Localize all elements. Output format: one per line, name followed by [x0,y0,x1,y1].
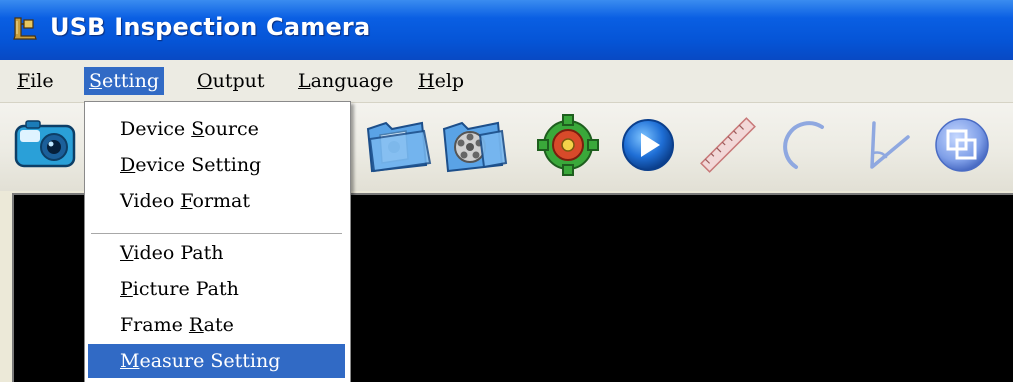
menu-language-mnemonic: L [298,70,311,92]
menu-item-device-setting[interactable]: Device Setting [88,148,345,182]
ruler-icon [700,117,756,173]
menu-item-measure-setting-mnemonic: M [120,350,140,372]
menu-item-video-format-after: ormat [192,190,251,212]
video-folder-icon [442,121,508,173]
menu-item-device-source-mnemonic: S [191,118,205,140]
menu-item-video-path-after: ideo Path [133,242,224,264]
video-folder-button[interactable] [436,109,512,179]
picture-folder-icon [366,121,432,173]
menu-setting[interactable]: Setting [84,67,165,95]
menu-item-frame-rate-before: Frame [120,314,189,336]
setting-menu-dropdown: Device Source Device Setting Video Forma… [84,101,351,382]
menu-language[interactable]: Language [293,67,398,95]
menu-item-frame-rate-after: ate [203,314,234,336]
menu-bar: File Setting Output Language Help [0,60,1013,103]
menu-output-mnemonic: O [197,70,213,92]
menu-help-label-after: elp [434,70,465,92]
menu-file-label-after: ile [30,70,54,92]
menu-item-measure-setting-after: easure Setting [139,350,281,372]
menu-item-video-path-before [88,242,120,264]
angle-measure-button[interactable] [846,109,922,179]
play-button[interactable] [610,109,686,179]
menu-item-video-path-mnemonic: V [120,242,134,264]
app-camera-icon [13,17,37,40]
menu-item-measure-setting-before [88,350,120,372]
arc-measure-button[interactable] [770,109,846,179]
overlay-button[interactable] [924,109,1000,179]
settings-button[interactable] [530,109,606,179]
ruler-button[interactable] [690,109,766,179]
menu-item-measure-setting[interactable]: Measure Setting [88,344,345,378]
title-bar[interactable]: USB Inspection Camera [0,0,1013,60]
menu-item-video-format-mnemonic: F [180,190,193,212]
overlay-squares-icon [935,118,989,172]
app-window: USB Inspection Camera File Setting Outpu… [0,0,1013,382]
menu-item-device-setting-mnemonic: D [120,154,136,176]
menu-help[interactable]: Help [413,67,469,95]
menu-help-mnemonic: H [418,70,435,92]
camera-capture-icon [14,120,76,168]
menu-language-label-after: anguage [310,70,394,92]
menu-setting-label-after: etting [102,70,160,92]
menu-item-frame-rate[interactable]: Frame Rate [88,308,345,342]
settings-gear-icon [537,114,599,176]
menu-setting-mnemonic: S [89,70,103,92]
menu-item-picture-path[interactable]: Picture Path [88,272,345,306]
menu-item-device-setting-before [88,154,120,176]
menu-item-video-format-before: Video [120,190,181,212]
arc-measure-icon [783,121,824,169]
window-title: USB Inspection Camera [50,13,371,41]
menu-item-device-source-after: ource [204,118,259,140]
menu-item-device-source[interactable]: Device Source [88,112,345,146]
menu-item-video-format[interactable]: Video Format [88,184,345,218]
menu-item-video-path[interactable]: Video Path [88,236,345,270]
menu-item-device-source-before: Device [120,118,192,140]
picture-folder-button[interactable] [360,109,436,179]
menu-item-frame-rate-mnemonic: R [188,314,204,336]
menu-item-picture-path-before [88,278,120,300]
capture-button[interactable] [6,109,82,179]
menu-item-picture-path-mnemonic: P [120,278,133,300]
play-icon [622,119,674,171]
menu-item-device-setting-after: evice Setting [135,154,262,176]
menu-output[interactable]: Output [192,67,270,95]
menu-separator [91,233,342,235]
menu-item-picture-path-after: icture Path [132,278,239,300]
menu-file-mnemonic: F [17,70,31,92]
menu-file[interactable]: File [12,67,59,95]
menu-output-label-after: utput [212,70,265,92]
angle-measure-icon [870,121,910,169]
